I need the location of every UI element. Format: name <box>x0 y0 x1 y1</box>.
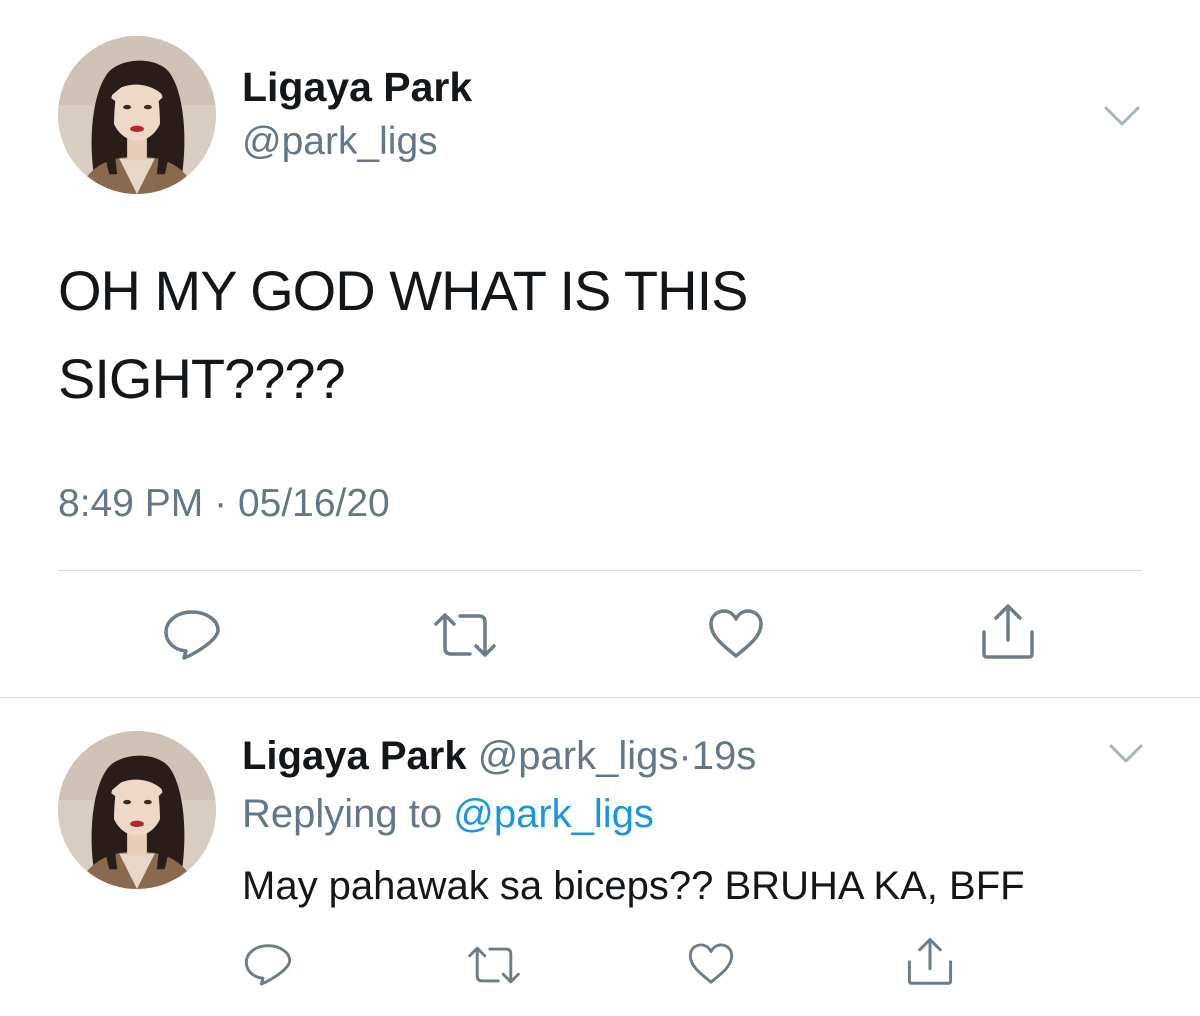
reply-author-handle[interactable]: @park_ligs <box>478 734 679 778</box>
retweet-icon[interactable] <box>466 944 522 986</box>
reply-author-avatar[interactable] <box>58 731 216 889</box>
divider <box>58 570 1142 571</box>
reply-text: May pahawak sa biceps?? BRUHA KA, BFF <box>242 864 1025 908</box>
author-avatar[interactable] <box>58 36 216 194</box>
retweet-icon[interactable] <box>432 610 498 660</box>
reply-icon[interactable] <box>243 942 293 986</box>
divider <box>0 697 1200 698</box>
tweet-text: OH MY GOD WHAT IS THIS SIGHT???? <box>58 247 1158 423</box>
chevron-down-icon[interactable] <box>1106 738 1146 768</box>
chevron-down-icon[interactable] <box>1100 98 1144 134</box>
timestamp-separator: · <box>214 482 228 525</box>
tweet-text-line-2: SIGHT???? <box>58 347 346 410</box>
author-name[interactable]: Ligaya Park <box>242 64 472 111</box>
author-handle[interactable]: @park_ligs <box>242 120 438 164</box>
tweet-date: 05/16/20 <box>237 482 390 525</box>
tweet-timestamp[interactable]: 8:49 PM · 05/16/20 <box>58 482 390 526</box>
reply-author-name[interactable]: Ligaya Park <box>242 734 467 778</box>
replying-to-label: Replying to <box>242 792 443 836</box>
profile-photo-image <box>58 731 216 889</box>
profile-photo-image <box>58 36 216 194</box>
like-icon[interactable] <box>707 608 765 660</box>
header-dot: · <box>678 734 692 778</box>
reply-age[interactable]: 19s <box>692 734 757 778</box>
replying-to: Replying to @park_ligs <box>242 792 654 837</box>
tweet-text-line-1: OH MY GOD WHAT IS THIS <box>58 259 748 322</box>
replying-to-link[interactable]: @park_ligs <box>453 792 654 836</box>
share-icon[interactable] <box>980 602 1036 660</box>
reply-header: Ligaya Park @park_ligs·19s <box>242 734 756 779</box>
like-icon[interactable] <box>687 942 735 986</box>
share-icon[interactable] <box>906 936 954 986</box>
tweet-time: 8:49 PM <box>58 482 204 525</box>
reply-icon[interactable] <box>162 608 222 660</box>
